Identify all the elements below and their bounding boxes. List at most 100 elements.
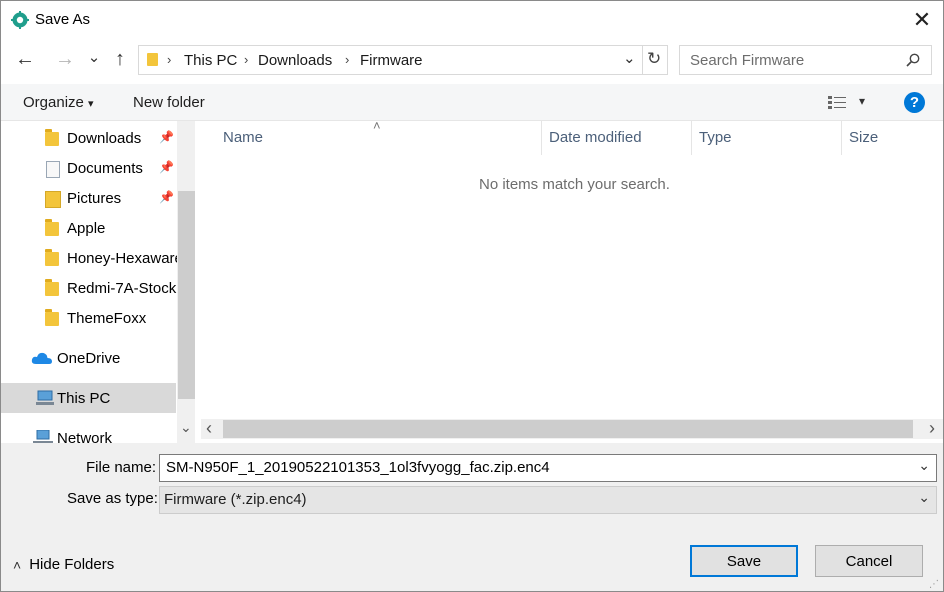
address-divider: [642, 46, 643, 74]
file-name-input[interactable]: SM-N950F_1_20190522101353_1ol3fvyogg_fac…: [159, 454, 937, 482]
column-divider: [541, 121, 542, 155]
save-as-type-label: Save as type:: [67, 490, 158, 507]
breadcrumb-firmware[interactable]: Firmware: [360, 52, 423, 69]
sidebar-item-documents[interactable]: Documents 📌: [1, 153, 176, 183]
sidebar-item-themefoxx[interactable]: ThemeFoxx: [1, 303, 176, 333]
search-placeholder: Search Firmware: [690, 52, 805, 69]
view-dropdown-icon[interactable]: ▾: [859, 94, 865, 108]
save-as-type-select[interactable]: Firmware (*.zip.enc4) ⌄: [159, 486, 937, 514]
window-title: Save As: [35, 11, 91, 28]
horizontal-scroll-thumb[interactable]: [223, 420, 913, 438]
column-divider: [691, 121, 692, 155]
up-button[interactable]: ↑: [107, 45, 133, 73]
organize-label: Organize: [23, 94, 84, 111]
sidebar-item-label: Pictures: [67, 190, 122, 207]
scroll-down-icon[interactable]: ⌄: [180, 419, 192, 436]
save-button[interactable]: Save: [690, 545, 798, 577]
pictures-icon: [45, 191, 61, 208]
pin-icon: 📌: [159, 130, 174, 144]
chevron-down-icon: ⌄: [87, 49, 101, 66]
chevron-down-icon[interactable]: ⌄: [918, 457, 930, 474]
pc-icon: [36, 390, 54, 405]
title-bar: Save As ✕: [1, 1, 943, 39]
pin-icon: 📌: [159, 190, 174, 204]
organize-dropdown-icon: ▾: [88, 98, 94, 110]
search-icon[interactable]: [906, 53, 920, 67]
scroll-left-icon[interactable]: ‹: [206, 418, 212, 439]
pin-icon: 📌: [159, 160, 174, 174]
sidebar-item-this-pc[interactable]: This PC: [1, 383, 176, 413]
sidebar-item-label: ThemeFoxx: [67, 310, 147, 327]
breadcrumb-downloads[interactable]: Downloads: [258, 52, 332, 69]
column-header-size[interactable]: Size: [849, 129, 878, 146]
cancel-button[interactable]: Cancel: [815, 545, 923, 577]
chevron-down-icon: ⌄: [918, 489, 930, 505]
breadcrumb-separator: ›: [167, 52, 172, 67]
sidebar-item-label: Redmi-7A-Stock: [67, 280, 177, 297]
address-bar[interactable]: › This PC › Downloads › Firmware ⌄ ↻: [138, 45, 668, 75]
navigation-pane: Downloads 📌 Documents 📌 Pictures 📌 Apple…: [1, 121, 196, 443]
recent-locations-button[interactable]: ⌄: [85, 43, 103, 71]
sidebar-item-network[interactable]: Network: [1, 423, 176, 443]
search-box[interactable]: Search Firmware: [679, 45, 932, 75]
app-gear-icon: [11, 11, 29, 29]
sidebar-item-label: Documents: [67, 160, 143, 177]
file-name-label: File name:: [86, 459, 157, 476]
sidebar-item-pictures[interactable]: Pictures 📌: [1, 183, 176, 213]
breadcrumb-separator: ›: [345, 52, 350, 67]
folder-icon: [45, 219, 59, 236]
organize-button[interactable]: Organize ▾: [23, 94, 94, 111]
resize-grip-icon[interactable]: ⋰: [929, 579, 939, 590]
download-folder-icon: [45, 129, 59, 146]
sidebar-item-label: Downloads: [67, 130, 142, 147]
sidebar-item-label: This PC: [57, 390, 111, 407]
up-arrow-icon: ↑: [115, 47, 125, 70]
hide-folders-button[interactable]: ˄ Hide Folders: [13, 556, 114, 573]
folder-icon: [147, 53, 158, 66]
sort-ascending-icon: ˄: [373, 118, 381, 133]
save-as-dialog: Save As ✕ ← → ⌄ ↑ › This PC › Downloads …: [0, 0, 944, 592]
view-options-icon[interactable]: [828, 95, 846, 109]
save-as-type-value: Firmware (*.zip.enc4): [164, 491, 307, 508]
sidebar-item-onedrive[interactable]: OneDrive: [1, 343, 176, 373]
chevron-up-icon: ˄: [13, 556, 22, 573]
folder-icon: [45, 279, 59, 296]
sidebar-item-label: Apple: [67, 220, 106, 237]
sidebar-item-label: Honey-Hexaware: [67, 250, 183, 267]
sidebar-item-downloads[interactable]: Downloads 📌: [1, 123, 176, 153]
sidebar-item-label: Network: [57, 430, 113, 443]
forward-button[interactable]: →: [51, 45, 79, 73]
back-arrow-icon: ←: [15, 47, 35, 70]
network-icon: [33, 430, 53, 443]
empty-list-message: No items match your search.: [479, 176, 670, 193]
scroll-right-icon[interactable]: ›: [929, 418, 935, 439]
new-folder-button[interactable]: New folder: [133, 94, 205, 111]
sidebar-scroll-thumb[interactable]: [178, 191, 195, 399]
column-header-date-modified[interactable]: Date modified: [549, 129, 642, 146]
hide-folders-label: Hide Folders: [29, 556, 115, 573]
breadcrumb-separator: ›: [244, 52, 249, 67]
address-dropdown-icon[interactable]: ⌄: [623, 49, 636, 67]
refresh-icon[interactable]: ↻: [647, 49, 661, 69]
documents-icon: [46, 161, 60, 178]
column-header-name[interactable]: Name: [223, 129, 263, 146]
file-list[interactable]: ˄ Name Date modified Type Size: [201, 118, 943, 419]
column-header-type[interactable]: Type: [699, 129, 732, 146]
folder-icon: [45, 249, 59, 266]
sidebar-item-label: OneDrive: [57, 350, 121, 367]
help-icon[interactable]: ?: [904, 92, 925, 113]
file-name-value: SM-N950F_1_20190522101353_1ol3fvyogg_fac…: [166, 459, 550, 476]
sidebar-item-redmi-7a-stock[interactable]: Redmi-7A-Stock: [1, 273, 176, 303]
help-glyph: ?: [909, 94, 920, 111]
sidebar-item-apple[interactable]: Apple: [1, 213, 176, 243]
column-divider: [841, 121, 842, 155]
onedrive-icon: [31, 352, 52, 364]
back-button[interactable]: ←: [11, 45, 39, 73]
close-button[interactable]: ✕: [907, 5, 937, 35]
forward-arrow-icon: →: [55, 47, 75, 70]
folder-icon: [45, 309, 59, 326]
breadcrumb-this-pc[interactable]: This PC: [184, 52, 237, 69]
close-icon: ✕: [912, 7, 932, 32]
command-bar: Organize ▾ New folder ▾ ?: [1, 84, 943, 121]
sidebar-item-honey-hexaware[interactable]: Honey-Hexaware: [1, 243, 183, 273]
